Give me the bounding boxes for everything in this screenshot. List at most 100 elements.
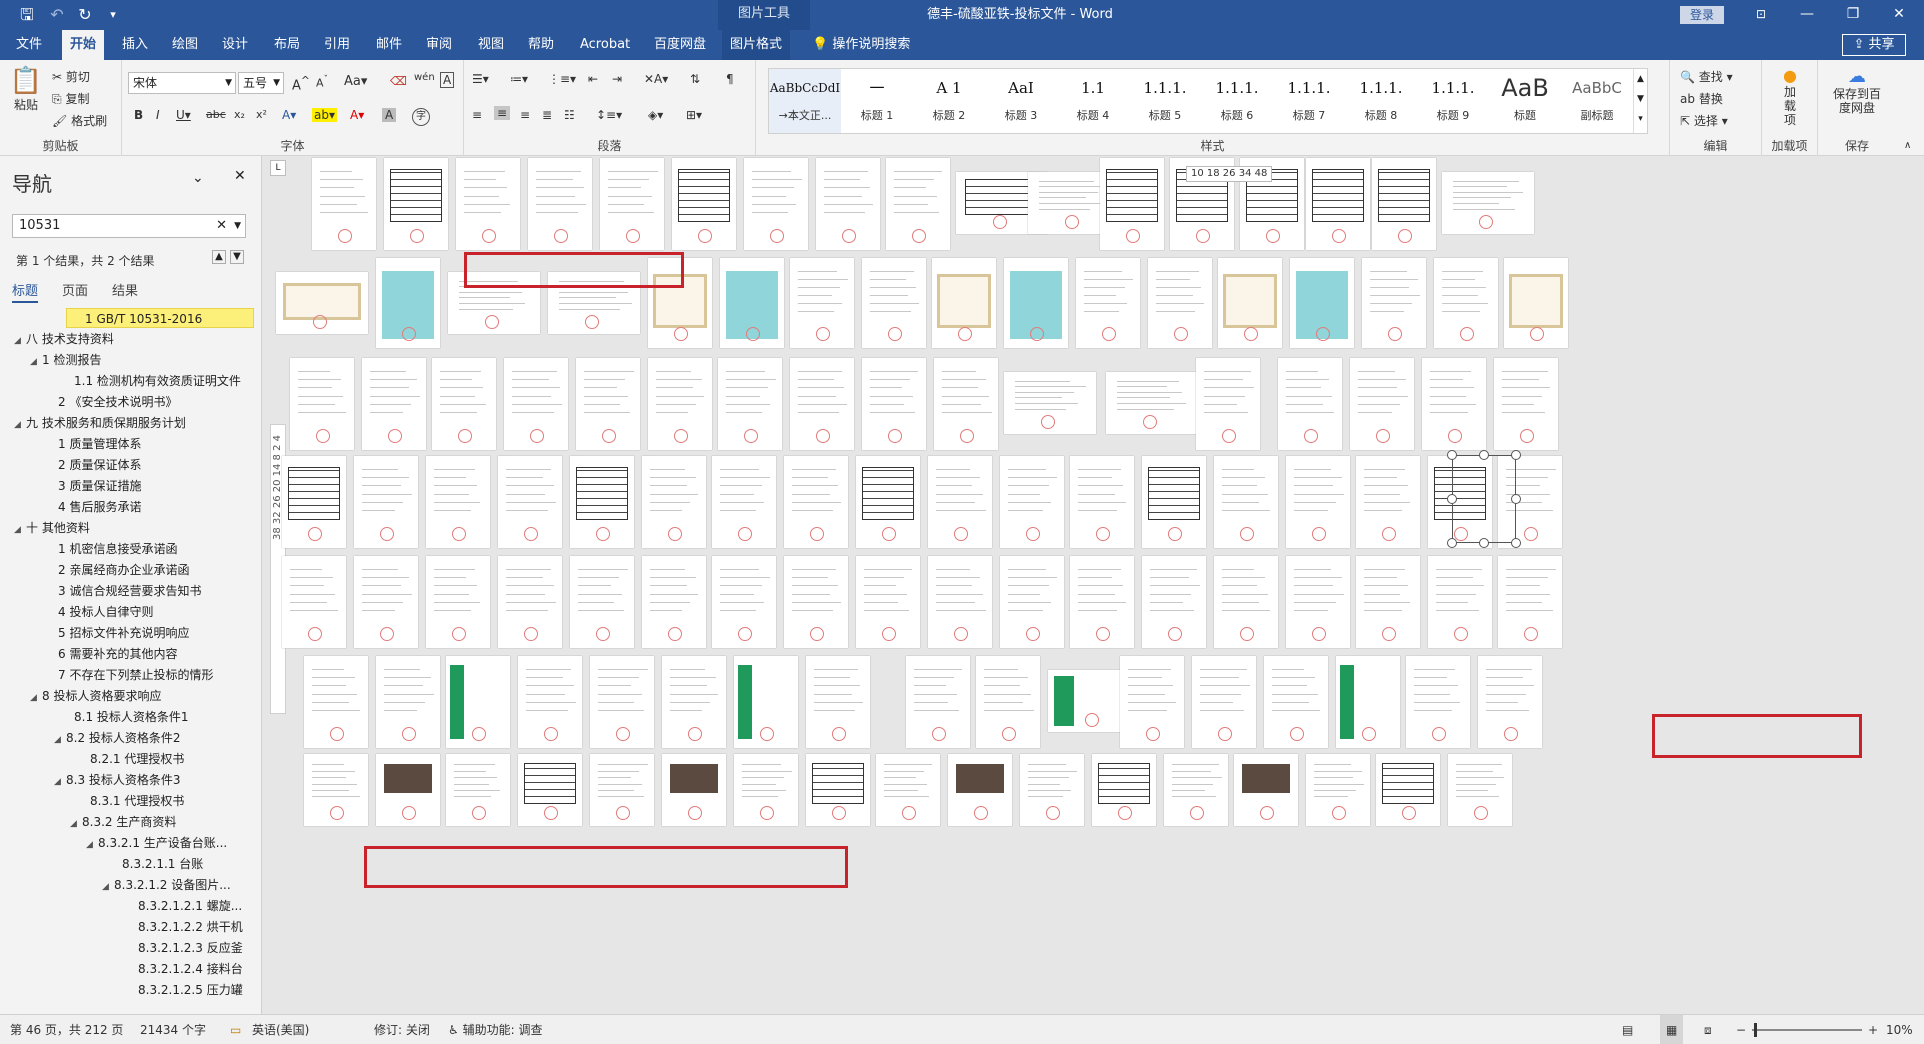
page-thumbnail[interactable] <box>1164 754 1228 826</box>
page-thumbnail[interactable] <box>672 158 736 250</box>
page-thumbnail[interactable] <box>276 272 368 334</box>
outline-item[interactable]: ◢ 九 技术服务和质保期服务计划 <box>14 413 186 433</box>
outline-item[interactable]: 1 机密信息接受承诺函 <box>46 539 177 559</box>
tab-acrobat[interactable]: Acrobat <box>572 30 638 60</box>
sort-icon[interactable]: ⇅ <box>690 72 700 86</box>
page-thumbnail[interactable] <box>862 258 926 348</box>
style-item[interactable]: AaI 标题 3 <box>985 69 1057 133</box>
page-thumbnail[interactable] <box>1142 456 1206 548</box>
outline-item[interactable]: 8.3.2.1.2.1 螺旋... <box>126 896 242 916</box>
resize-handle[interactable] <box>1511 538 1521 548</box>
page-thumbnail[interactable] <box>600 158 664 250</box>
save-baidu-button[interactable]: ☁ 保存到百度网盘 <box>1822 66 1892 115</box>
clear-format-icon[interactable]: ⌫ <box>390 74 407 88</box>
page-thumbnail[interactable] <box>1020 754 1084 826</box>
ribbon-display-icon[interactable]: ⊡ <box>1738 0 1784 30</box>
page-thumbnail[interactable] <box>498 556 562 648</box>
page-thumbnail[interactable] <box>312 158 376 250</box>
show-marks-icon[interactable]: ¶ <box>726 72 734 86</box>
resize-handle[interactable] <box>1479 538 1489 548</box>
resize-handle[interactable] <box>1511 450 1521 460</box>
shrink-font-icon[interactable]: Aˇ <box>316 74 328 90</box>
page-thumbnail[interactable] <box>744 158 808 250</box>
expand-triangle-icon[interactable]: ◢ <box>102 877 114 897</box>
find-button[interactable]: 🔍 查找 ▾ <box>1680 68 1733 85</box>
previous-result-icon[interactable]: ▲ <box>212 250 226 264</box>
expand-triangle-icon[interactable]: ◢ <box>54 730 66 750</box>
page-thumbnail[interactable] <box>1448 754 1512 826</box>
page-thumbnail[interactable] <box>426 456 490 548</box>
resize-handle[interactable] <box>1447 494 1457 504</box>
undo-icon[interactable]: ↶ <box>44 4 70 26</box>
page-thumbnail[interactable] <box>1000 556 1064 648</box>
align-center-icon[interactable]: ≡ <box>494 106 511 120</box>
expand-triangle-icon[interactable]: ◢ <box>54 772 66 792</box>
page-thumbnail[interactable] <box>1070 456 1134 548</box>
italic-icon[interactable]: I <box>156 108 160 122</box>
zoom-in-icon[interactable]: + <box>1868 1015 1878 1044</box>
tab-home[interactable]: 开始 <box>62 30 105 60</box>
page-thumbnail[interactable] <box>1004 258 1068 348</box>
page-thumbnail[interactable] <box>1428 556 1492 648</box>
page-thumbnail[interactable] <box>376 258 440 348</box>
outline-item[interactable]: 8.1 投标人资格条件1 <box>62 707 189 727</box>
style-item[interactable]: 1.1.1. 标题 6 <box>1201 69 1273 133</box>
align-left-icon[interactable]: ≡ <box>472 108 482 122</box>
page-thumbnail[interactable] <box>1076 258 1140 348</box>
style-item[interactable]: A 1 标题 2 <box>913 69 985 133</box>
tab-draw[interactable]: 绘图 <box>164 30 206 60</box>
page-thumbnail[interactable] <box>1092 754 1156 826</box>
page-thumbnail[interactable] <box>928 556 992 648</box>
page-thumbnail[interactable] <box>1286 556 1350 648</box>
page-thumbnail[interactable] <box>1196 358 1260 450</box>
subscript-icon[interactable]: x₂ <box>234 108 245 121</box>
page-thumbnail[interactable] <box>282 456 346 548</box>
share-button[interactable]: ⇪ 共享 <box>1842 34 1906 56</box>
gallery-scroll[interactable]: ▲ ▼ ▾ <box>1633 69 1647 133</box>
distributed-icon[interactable]: ☷ <box>564 108 575 122</box>
change-case-icon[interactable]: Aa▾ <box>344 74 367 89</box>
outline-item[interactable]: 8.3.2.1.2.4 接料台 <box>126 959 243 979</box>
tab-design[interactable]: 设计 <box>214 30 256 60</box>
page-thumbnail[interactable] <box>1504 258 1568 348</box>
page-thumbnail[interactable] <box>1406 656 1470 748</box>
expand-triangle-icon[interactable]: ◢ <box>30 352 42 372</box>
page-thumbnail[interactable] <box>1000 456 1064 548</box>
page-thumbnail[interactable] <box>662 754 726 826</box>
page-thumbnail[interactable] <box>790 258 854 348</box>
page-thumbnail[interactable] <box>446 656 510 748</box>
page-thumbnail[interactable] <box>1070 556 1134 648</box>
tab-baidu[interactable]: 百度网盘 <box>646 30 714 60</box>
outline-item[interactable]: ◢ 八 技术支持资料 <box>14 329 114 349</box>
superscript-icon[interactable]: x² <box>256 108 267 121</box>
outline-item[interactable]: 8.3.2.1.2.5 压力罐 <box>126 980 243 1000</box>
page-thumbnail[interactable] <box>816 158 880 250</box>
page-thumbnail[interactable] <box>570 556 634 648</box>
style-item[interactable]: AaB 标题 <box>1489 69 1561 133</box>
page-thumbnail[interactable] <box>576 358 640 450</box>
page-thumbnail[interactable] <box>354 456 418 548</box>
page-thumbnail[interactable] <box>1106 372 1198 434</box>
outline-item[interactable]: 2 质量保证体系 <box>46 455 141 475</box>
select-button[interactable]: ⇱ 选择 ▾ <box>1680 112 1728 129</box>
page-thumbnail[interactable] <box>712 456 776 548</box>
style-item[interactable]: AaBbC 副标题 <box>1561 69 1633 133</box>
page-thumbnail[interactable] <box>1362 258 1426 348</box>
expand-triangle-icon[interactable]: ◢ <box>14 415 26 435</box>
page-thumbnail[interactable] <box>642 456 706 548</box>
outline-item[interactable]: 8.2.1 代理授权书 <box>78 749 184 769</box>
outline-item[interactable]: 2 《安全技术说明书》 <box>46 392 177 412</box>
outline-item[interactable]: ◢ 8.3.2.1 生产设备台账... <box>86 833 227 853</box>
page-thumbnail[interactable] <box>1356 456 1420 548</box>
page-thumbnail[interactable] <box>354 556 418 648</box>
page-thumbnail[interactable] <box>362 358 426 450</box>
page-thumbnail[interactable] <box>1004 372 1096 434</box>
tab-headings[interactable]: 标题 <box>12 280 39 303</box>
search-input[interactable]: 10531 ✕ ▼ <box>12 214 246 238</box>
expand-triangle-icon[interactable]: ◢ <box>14 520 26 540</box>
zoom-thumb[interactable] <box>1754 1023 1757 1037</box>
page-thumbnail[interactable] <box>856 456 920 548</box>
phonetic-guide-icon[interactable]: wén <box>414 72 435 83</box>
grow-font-icon[interactable]: A^ <box>292 74 310 93</box>
bold-icon[interactable]: B <box>134 108 143 122</box>
